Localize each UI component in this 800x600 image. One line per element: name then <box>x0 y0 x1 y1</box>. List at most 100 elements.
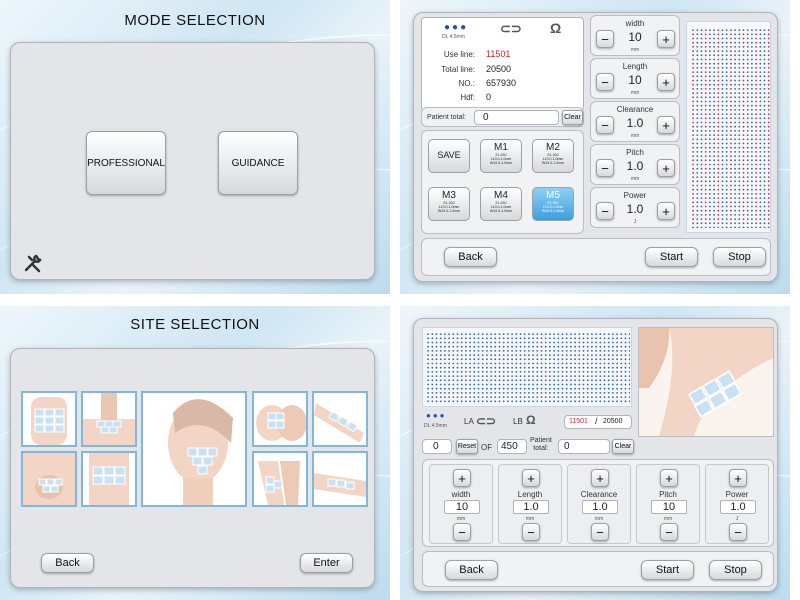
grid-dot <box>763 46 766 48</box>
site-face-thumb[interactable] <box>141 391 247 507</box>
increment-button[interactable]: + <box>657 116 675 134</box>
guide-increment-button[interactable]: + <box>591 469 609 487</box>
grid-dot <box>696 58 699 61</box>
back-button[interactable]: Back <box>444 247 497 267</box>
guide-increment-button[interactable]: + <box>453 469 471 487</box>
guide-stop-button[interactable]: Stop <box>709 560 762 580</box>
grid-dot <box>751 172 753 174</box>
grid-dot <box>738 138 741 141</box>
grid-dot <box>553 345 555 348</box>
site-back-button[interactable]: Back <box>41 553 94 573</box>
memory-button-m1[interactable]: M1 E1.00J L10.0-1.0mm W10.0-1.0mm <box>480 139 522 173</box>
grid-dot <box>582 350 585 352</box>
site-thigh-thumb[interactable] <box>312 451 368 507</box>
stop-button[interactable]: Stop <box>713 247 766 267</box>
grid-dot <box>717 151 720 153</box>
memory-button-m3[interactable]: M3 E1.00J L10.0-1.0mm W10.0-1.0mm <box>428 187 470 221</box>
memory-button-m4[interactable]: M4 E1.00J L10.0-1.0mm W10.0-1.0mm <box>480 187 522 221</box>
grid-dot <box>713 167 715 170</box>
grid-dot <box>494 379 497 382</box>
reset-button[interactable]: Reset <box>456 439 478 454</box>
grid-dot <box>730 146 732 149</box>
guide-increment-button[interactable]: + <box>660 469 678 487</box>
start-button[interactable]: Start <box>645 247 698 267</box>
guide-back-button[interactable]: Back <box>445 560 498 580</box>
grid-dot <box>557 392 560 394</box>
grid-dot <box>553 358 555 361</box>
grid-dot <box>532 371 534 373</box>
guide-start-button[interactable]: Start <box>641 560 694 580</box>
grid-dot <box>730 151 732 153</box>
site-abdomen-thumb[interactable] <box>81 451 137 507</box>
grid-dot <box>725 163 728 166</box>
grid-dot <box>578 362 581 365</box>
grid-dot <box>553 333 555 335</box>
grid-dot <box>704 130 707 132</box>
grid-dot <box>448 354 450 356</box>
guide-decrement-button[interactable]: − <box>453 523 471 541</box>
increment-button[interactable]: + <box>657 159 675 177</box>
grid-dot <box>532 392 534 394</box>
site-legs-thumb[interactable] <box>252 451 308 507</box>
increment-button[interactable]: + <box>657 202 675 220</box>
guide-decrement-button[interactable]: − <box>729 523 747 541</box>
grid-dot <box>725 138 728 141</box>
grid-dot <box>692 176 694 179</box>
guide-param-value: 1.0 <box>523 501 539 513</box>
site-neck-thumb[interactable] <box>81 391 137 447</box>
grid-dot <box>767 121 770 124</box>
memory-button-m5[interactable]: M5 E1.00J L10.0-1.0mm W10.0-1.0mm <box>532 187 574 221</box>
site-buttocks-thumb[interactable] <box>252 391 308 447</box>
guide-increment-button[interactable]: + <box>729 469 747 487</box>
grid-dot <box>725 104 728 107</box>
grid-dot <box>540 383 543 386</box>
site-arm-thumb[interactable] <box>312 391 368 447</box>
save-button[interactable]: SAVE <box>428 139 470 173</box>
grid-dot <box>498 333 501 335</box>
memory-button-m2[interactable]: M2 E1.00J L10.0-1.0mm W10.0-1.0mm <box>532 139 574 173</box>
grid-dot <box>767 138 770 141</box>
site-back-thumb[interactable] <box>21 391 77 447</box>
grid-dot <box>721 58 724 61</box>
guide-clear-button[interactable]: Clear <box>612 439 634 454</box>
grid-dot <box>767 41 770 44</box>
guide-decrement-button[interactable]: − <box>522 523 540 541</box>
grid-dot <box>515 396 518 398</box>
guide-decrement-button[interactable]: − <box>660 523 678 541</box>
grid-dot <box>544 379 547 382</box>
grid-dot <box>570 354 572 356</box>
grid-dot <box>523 345 526 348</box>
increment-button[interactable]: + <box>657 30 675 48</box>
clear-button[interactable]: Clear <box>562 110 583 125</box>
tools-icon[interactable] <box>23 253 43 273</box>
grid-dot <box>767 96 770 99</box>
grid-dot <box>730 172 732 174</box>
guide-patient-field[interactable]: 0 <box>558 439 610 454</box>
grid-dot <box>570 362 572 365</box>
of-field[interactable]: 450 <box>497 439 527 454</box>
grid-dot <box>628 379 630 382</box>
grid-dot <box>721 209 724 212</box>
grid-dot <box>742 62 745 65</box>
guide-decrement-button[interactable]: − <box>591 523 609 541</box>
count-field[interactable]: 0 <box>422 439 452 454</box>
grid-dot <box>746 155 749 157</box>
patient-total-field[interactable]: 0 <box>474 110 559 125</box>
grid-dot <box>427 354 429 356</box>
grid-dot <box>465 366 467 369</box>
professional-button[interactable]: PROFESSIONAL <box>86 131 166 195</box>
grid-dot <box>692 188 694 191</box>
site-enter-button[interactable]: Enter <box>300 553 353 573</box>
grid-dot <box>536 354 539 356</box>
grid-dot <box>759 188 762 191</box>
grid-dot <box>490 362 492 365</box>
grid-dot <box>717 146 720 149</box>
site-chest-thumb[interactable] <box>21 451 77 507</box>
guide-param-card-width: + width 10 mm − <box>429 464 493 544</box>
grid-dot <box>444 392 446 394</box>
increment-button[interactable]: + <box>657 73 675 91</box>
guide-increment-button[interactable]: + <box>522 469 540 487</box>
grid-dot <box>759 37 762 40</box>
grid-dot <box>595 383 597 386</box>
guidance-button[interactable]: GUIDANCE <box>218 131 298 195</box>
